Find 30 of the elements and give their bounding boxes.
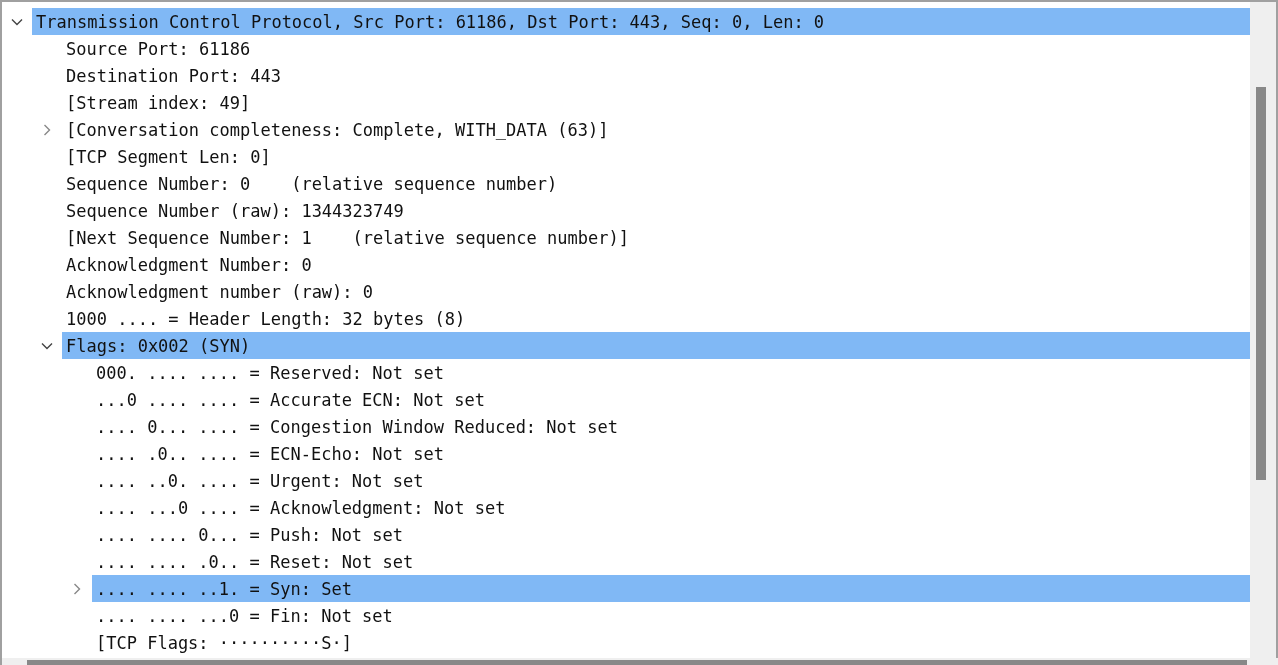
vertical-scrollbar[interactable] (1250, 2, 1278, 658)
tree-row[interactable]: .... ...0 .... = Acknowledgment: Not set (92, 494, 1250, 521)
tree-row[interactable]: [Next Sequence Number: 1 (relative sequence number)] (62, 224, 1250, 251)
chevron-down-icon[interactable] (41, 341, 53, 350)
tree-row[interactable]: .... .... ..1. = Syn: Set (92, 575, 1250, 602)
chevron-right-icon[interactable] (43, 123, 51, 136)
tree-row[interactable]: Sequence Number (raw): 1344323749 (62, 197, 1250, 224)
tree-row[interactable]: .... .... ...0 = Fin: Not set (92, 602, 1250, 629)
tree-row[interactable]: [Stream index: 49] (62, 89, 1250, 116)
tree-row[interactable]: Acknowledgment number (raw): 0 (62, 278, 1250, 305)
tree-row[interactable]: Sequence Number: 0 (relative sequence number) (62, 170, 1250, 197)
chevron-right-icon[interactable] (73, 582, 81, 595)
tree-row[interactable]: [Conversation completeness: Complete, WITH_DATA (63)] (62, 116, 1250, 143)
tree-row[interactable]: 000. .... .... = Reserved: Not set (92, 359, 1250, 386)
tree-row[interactable]: ...0 .... .... = Accurate ECN: Not set (92, 386, 1250, 413)
chevron-down-icon[interactable] (11, 17, 23, 26)
tree-row[interactable]: 1000 .... = Header Length: 32 bytes (8) (62, 305, 1250, 332)
tree-row[interactable]: Transmission Control Protocol, Src Port: 61186, Dst Port: 443, Seq: 0, Len: 0 (32, 8, 1250, 35)
tree-row[interactable]: .... ..0. .... = Urgent: Not set (92, 467, 1250, 494)
tree-row[interactable]: Flags: 0x002 (SYN) (62, 332, 1250, 359)
tree-row[interactable]: .... .... .0.. = Reset: Not set (92, 548, 1250, 575)
tree-row[interactable]: Acknowledgment Number: 0 (62, 251, 1250, 278)
tree-row[interactable]: Source Port: 61186 (62, 35, 1250, 62)
tree-row[interactable]: Destination Port: 443 (62, 62, 1250, 89)
tree-row[interactable]: [TCP Flags: ··········S·] (92, 629, 1250, 656)
tree-row[interactable]: .... 0... .... = Congestion Window Reduced: Not set (92, 413, 1250, 440)
horizontal-scrollbar[interactable] (2, 658, 1278, 665)
tree-row[interactable]: [TCP Segment Len: 0] (62, 143, 1250, 170)
tree-row[interactable]: .... .0.. .... = ECN-Echo: Not set (92, 440, 1250, 467)
tree-row[interactable]: .... .... 0... = Push: Not set (92, 521, 1250, 548)
